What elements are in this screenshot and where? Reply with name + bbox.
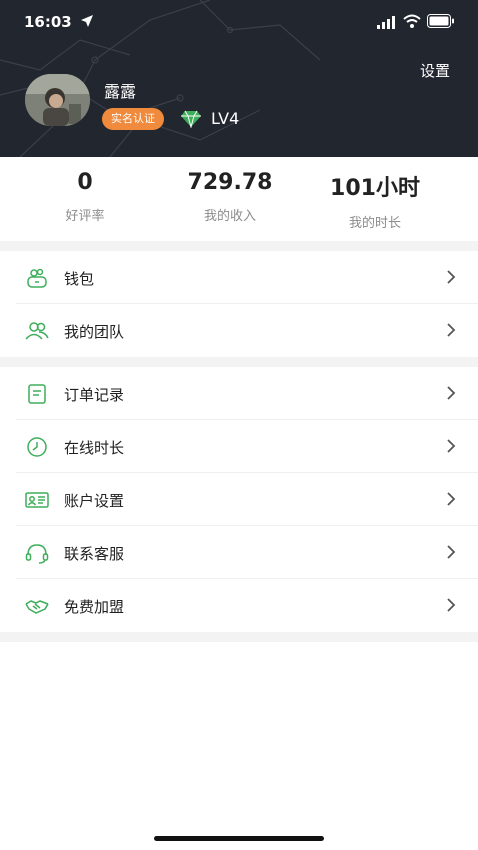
headset-icon — [25, 544, 49, 564]
username: 露露 — [104, 82, 137, 101]
wallet-icon — [27, 268, 47, 288]
stat-value: 0 — [77, 170, 93, 195]
status-time: 16:03 — [24, 13, 72, 31]
chevron-right-icon — [447, 323, 456, 337]
menu-item-order-records[interactable]: 订单记录 — [0, 367, 478, 420]
home-indicator[interactable] — [154, 836, 324, 841]
section-gap — [0, 632, 478, 642]
wifi-icon — [403, 14, 421, 28]
stat-income[interactable]: 729.78 我的收入 — [150, 157, 310, 224]
menu-label: 订单记录 — [64, 386, 125, 404]
menu-label: 在线时长 — [64, 439, 125, 457]
battery-icon — [427, 14, 454, 28]
stats-row: 0 好评率 729.78 我的收入 101小时 我的时长 — [0, 157, 478, 241]
chevron-right-icon — [447, 598, 456, 612]
menu-label: 我的团队 — [64, 323, 125, 341]
stat-duration[interactable]: 101小时 我的时长 — [295, 157, 455, 231]
stat-value: 729.78 — [187, 170, 273, 195]
settings-link[interactable]: 设置 — [420, 60, 450, 81]
location-arrow-icon — [81, 15, 93, 27]
stat-rating[interactable]: 0 好评率 — [5, 157, 165, 224]
clock-icon — [27, 437, 47, 457]
order-record-icon — [28, 384, 46, 404]
diamond-icon — [181, 110, 201, 128]
menu-item-online-duration[interactable]: 在线时长 — [0, 420, 478, 473]
stat-label: 好评率 — [65, 209, 105, 224]
chevron-right-icon — [447, 439, 456, 453]
menu-item-wallet[interactable]: 钱包 — [0, 251, 478, 304]
menu-label: 免费加盟 — [64, 598, 125, 616]
menu-label: 联系客服 — [64, 545, 125, 563]
chevron-right-icon — [447, 545, 456, 559]
id-card-icon — [25, 492, 49, 508]
level-label: LV4 — [211, 109, 240, 128]
stat-value: 101小时 — [330, 176, 420, 201]
chevron-right-icon — [447, 386, 456, 400]
chevron-right-icon — [447, 492, 456, 506]
handshake-icon — [25, 600, 49, 614]
cell-signal-icon — [377, 16, 395, 29]
menu-label: 账户设置 — [64, 492, 125, 510]
team-icon — [25, 322, 49, 340]
avatar-photo — [25, 74, 90, 126]
menu-group-secondary: 订单记录 在线时长 账户设置 联系客服 免费加盟 — [0, 367, 478, 632]
profile-header: 16:03 设置 露露 实名认证 LV4 — [0, 0, 478, 157]
menu-item-team[interactable]: 我的团队 — [0, 304, 478, 357]
section-gap — [0, 357, 478, 367]
section-gap — [0, 241, 478, 251]
status-bar: 16:03 — [0, 0, 478, 44]
avatar[interactable] — [25, 74, 90, 126]
verified-badge: 实名认证 — [102, 108, 164, 130]
menu-label: 钱包 — [64, 270, 95, 288]
stat-label: 我的时长 — [348, 216, 401, 231]
menu-item-account-settings[interactable]: 账户设置 — [0, 473, 478, 526]
menu-item-contact-support[interactable]: 联系客服 — [0, 526, 478, 579]
menu-item-free-join[interactable]: 免费加盟 — [0, 579, 478, 632]
chevron-right-icon — [447, 270, 456, 284]
stat-label: 我的收入 — [203, 209, 256, 224]
menu-group-primary: 钱包 我的团队 — [0, 251, 478, 357]
